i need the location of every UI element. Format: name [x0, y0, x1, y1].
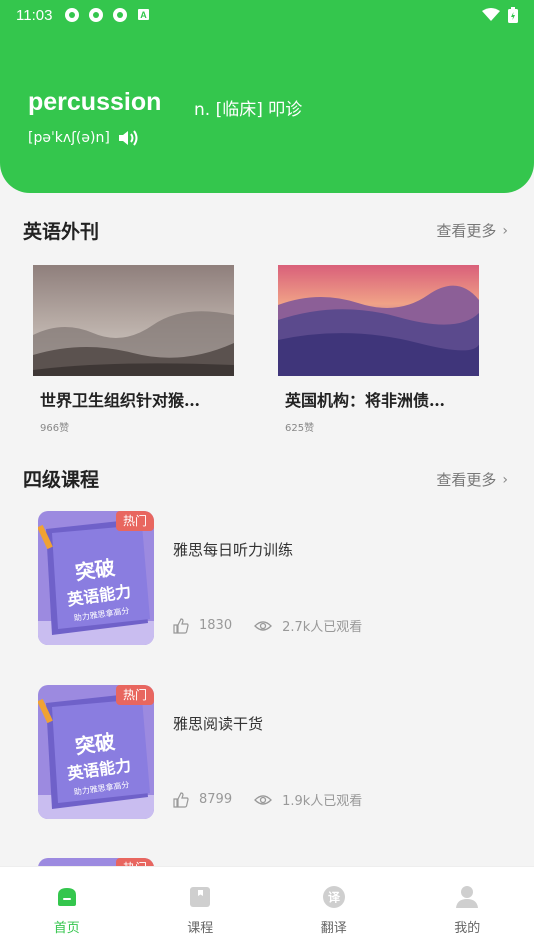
- phonetic-text: [pəˈkʌʃ(ə)n]: [28, 130, 110, 146]
- hot-badge: 热门: [123, 687, 147, 702]
- thumbs-up-icon: [173, 791, 189, 808]
- bottom-tab-bar: 首页 课程 译 翻译 我的: [0, 866, 534, 950]
- like-count: 1830: [199, 618, 233, 633]
- more-label: 查看更多: [436, 222, 497, 240]
- course-cover: 热门 突破 英语能力 助力雅思拿高分: [38, 685, 154, 819]
- app-notification-icon: A: [138, 9, 150, 20]
- course-title: 雅思阅读干货: [173, 715, 264, 733]
- status-bar: 11:03 A: [16, 4, 518, 26]
- tab-home[interactable]: 首页: [0, 867, 134, 950]
- battery-icon: [508, 7, 518, 23]
- book-icon: [190, 887, 211, 907]
- eye-icon: [254, 794, 273, 805]
- tab-label: 我的: [454, 921, 481, 936]
- svg-text:译: 译: [328, 891, 341, 905]
- eye-icon: [254, 620, 273, 631]
- magazine-more-link[interactable]: 查看更多 ›: [436, 220, 508, 241]
- wifi-icon: [482, 8, 500, 21]
- view-count: 1.9k人已观看: [282, 794, 363, 809]
- article-title: 英国机构：将非洲债…: [285, 391, 446, 410]
- article-title: 世界卫生组织针对猴…: [40, 391, 201, 410]
- notification-icon: [65, 8, 80, 22]
- article-card[interactable]: 英国机构：将非洲债… 625赞: [278, 265, 479, 434]
- chevron-right-icon: ›: [502, 222, 508, 239]
- course-item[interactable]: 热门 突破 英语能力 助力雅思拿高分 雅思每日听力训练 1830 2.7k人已观…: [38, 511, 508, 645]
- svg-text:A: A: [141, 10, 148, 20]
- word-of-day-header: 11:03 A percussion n. [临床] 叩诊 [pəˈkʌʃ(ə)…: [0, 0, 534, 193]
- tab-translate[interactable]: 译 翻译: [267, 867, 401, 950]
- course-item[interactable]: 热门 突破 英语能力 助力雅思拿高分 雅思阅读干货 8799 1.9k人已观看: [38, 685, 508, 819]
- status-time: 11:03: [16, 6, 53, 24]
- article-card[interactable]: 世界卫生组织针对猴… 966赞: [33, 265, 234, 434]
- notification-icon: [113, 8, 128, 22]
- translate-icon: 译: [322, 886, 345, 908]
- course-cover: 热门 突破 英语能力 助力雅思拿高分: [38, 511, 154, 645]
- word-text: percussion: [28, 88, 162, 116]
- tab-courses[interactable]: 课程: [134, 867, 268, 950]
- course-section-title: 四级课程: [23, 469, 100, 491]
- article-likes: 625赞: [285, 423, 315, 434]
- course-stats: 8799 1.9k人已观看: [173, 790, 362, 809]
- phonetic-row: [pəˈkʌʃ(ə)n]: [28, 128, 140, 148]
- chevron-right-icon: ›: [502, 471, 508, 488]
- hot-badge: 热门: [123, 513, 147, 528]
- view-count: 2.7k人已观看: [282, 620, 363, 635]
- article-likes: 966赞: [40, 423, 70, 434]
- home-icon: [57, 888, 76, 906]
- tab-label: 首页: [53, 921, 80, 936]
- article-thumbnail: [33, 265, 234, 376]
- more-label: 查看更多: [436, 471, 497, 489]
- course-stats: 1830 2.7k人已观看: [173, 616, 362, 635]
- thumbs-up-icon: [173, 617, 189, 634]
- course-title: 雅思每日听力训练: [173, 541, 294, 559]
- course-cover: 热门: [38, 858, 154, 866]
- course-item[interactable]: 热门: [38, 858, 508, 866]
- magazine-section-title: 英语外刊: [23, 221, 100, 243]
- word-meaning: n. [临床] 叩诊: [194, 100, 303, 120]
- notification-icon: [89, 8, 104, 22]
- like-count: 8799: [199, 792, 233, 807]
- tab-label: 课程: [187, 921, 214, 936]
- article-thumbnail: [278, 265, 479, 376]
- tab-profile[interactable]: 我的: [401, 867, 534, 950]
- speaker-icon[interactable]: [118, 128, 140, 148]
- course-more-link[interactable]: 查看更多 ›: [436, 469, 508, 490]
- tab-label: 翻译: [320, 921, 347, 936]
- profile-icon: [456, 886, 479, 908]
